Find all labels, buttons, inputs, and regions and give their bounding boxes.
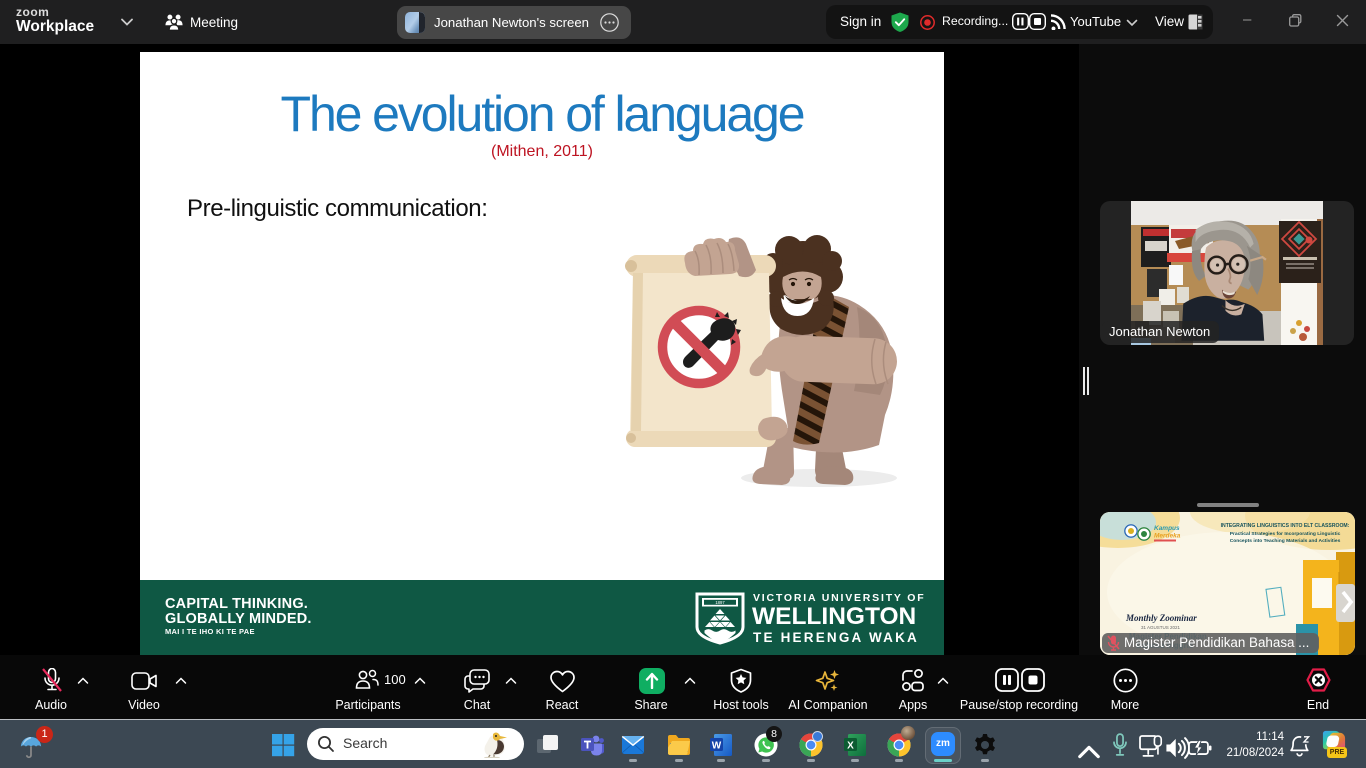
svg-text:Concepts into Teaching Materia: Concepts into Teaching Materials and Act… [1230,538,1341,544]
svg-text:Merdeka: Merdeka [1154,533,1181,540]
svg-text:31 AGUSTUS 2021: 31 AGUSTUS 2021 [1141,625,1181,630]
svg-text:Practical Strategies for Incor: Practical Strategies for Incorporating L… [1230,531,1341,537]
svg-text:1897: 1897 [715,600,725,605]
svg-text:Monthly Zoominar: Monthly Zoominar [1125,613,1197,623]
svg-text:INTEGRATING LINGUISTICS INTO E: INTEGRATING LINGUISTICS INTO ELT CLASSRO… [1221,523,1350,529]
svg-text:Kampus: Kampus [1154,525,1180,532]
svg-text:W: W [712,741,722,752]
svg-text:X: X [847,741,854,752]
